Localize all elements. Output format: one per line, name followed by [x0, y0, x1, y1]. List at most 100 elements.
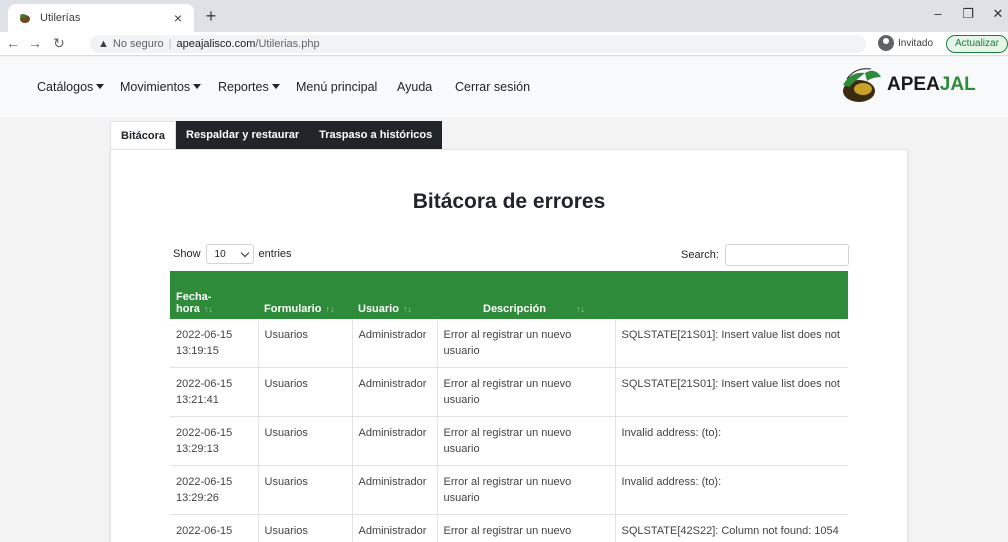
sort-icon: ↑↓: [325, 304, 335, 314]
cell-descripcion: Error al registrar un nuevo usuario: [437, 514, 616, 542]
nav-movimientos[interactable]: Movimientos: [120, 80, 202, 94]
address-bar[interactable]: ▲ No seguro | apeajalisco.com /Utilerias…: [90, 35, 866, 53]
table-row: 2022-06-15 13:21:41 Usuarios Administrado…: [170, 367, 848, 417]
close-window-icon[interactable]: ✕: [988, 6, 1008, 22]
logo-text-apea: APEA: [887, 74, 940, 95]
header-usuario[interactable]: Usuario ↑↓: [352, 271, 437, 319]
table-header-row: Fecha-hora ↑↓ Formulario ↑↓ Usuario ↑↓ Desc…: [170, 271, 848, 319]
url-separator: |: [168, 38, 172, 50]
logo-text-jal: JAL: [939, 74, 976, 95]
header-descripcion[interactable]: Descripción ↑↓: [437, 271, 615, 319]
cell-usuario: Administrador: [352, 514, 438, 542]
table-row: 2022-06-15 13:29:13 Usuarios Administrado…: [170, 416, 848, 466]
search-input[interactable]: [724, 244, 849, 266]
table-row: 2022-06-15 13:29:26 Usuarios Administrado…: [170, 465, 848, 515]
restore-icon[interactable]: ❐: [958, 6, 978, 22]
nav-catalogos-label: Catálogos: [37, 80, 94, 94]
cell-fecha-hora: 2022-06-15 13:29:26: [170, 465, 259, 515]
browser-tab-strip: Utilerías × + – ❐ ✕: [0, 0, 1008, 32]
cell-detalle: SQLSTATE[21S01]: Insert value list does …: [615, 367, 848, 417]
cell-hora: 13:21:41: [176, 394, 219, 406]
cell-fecha-hora: 2022-06-15 13:19:15: [170, 319, 259, 368]
browser-toolbar: ← → ↻ ▲ No seguro | apeajalisco.com /Uti…: [0, 32, 1008, 56]
url-domain: apeajalisco.com: [176, 38, 256, 50]
cell-fecha-hora: 2022-06-15: [170, 514, 259, 542]
cell-descripcion: Error al registrar un nuevo usuario: [437, 367, 616, 417]
sort-icon: ↑↓: [575, 304, 585, 314]
entries-value: 10: [214, 248, 226, 260]
new-tab-button[interactable]: +: [200, 6, 222, 28]
header-formulario[interactable]: Formulario ↑↓: [258, 271, 352, 319]
nav-menu-principal[interactable]: Menú principal: [296, 80, 377, 94]
sort-icon: ↑↓: [203, 304, 213, 314]
caret-down-icon: [96, 84, 105, 89]
search-label: Search:: [681, 249, 719, 261]
cell-detalle: SQLSTATE[42S22]: Column not found: 1054: [615, 514, 848, 542]
utilities-tabs: Bitácora Respaldar y restaurar Traspaso …: [110, 121, 443, 149]
cell-formulario: Usuarios: [258, 416, 353, 466]
not-secure-label: No seguro: [112, 38, 164, 50]
table-row: 2022-06-15 Usuarios Administrador Error …: [170, 514, 848, 542]
header-formulario-label: Formulario: [264, 303, 322, 315]
cell-fecha: 2022-06-15: [176, 476, 233, 488]
nav-cerrar-sesion[interactable]: Cerrar sesión: [455, 80, 530, 94]
cell-detalle: Invalid address: (to):: [615, 465, 848, 515]
chevron-down-icon: [240, 248, 249, 257]
forward-icon[interactable]: →: [26, 34, 44, 52]
cell-detalle: SQLSTATE[21S01]: Insert value list does …: [615, 319, 848, 368]
entries-length-control: Show 10 entries: [173, 244, 292, 264]
table-row: 2022-06-15 13:19:15 Usuarios Administrado…: [170, 319, 848, 368]
cell-hora: 13:29:13: [176, 443, 219, 455]
cell-usuario: Administrador: [352, 367, 438, 417]
nav-reportes-label: Reportes: [218, 80, 269, 94]
caret-down-icon: [271, 84, 280, 89]
cell-descripcion: Error al registrar un nuevo usuario: [437, 416, 616, 466]
content-card: Bitácora de errores Show 10 entries Sear…: [110, 149, 908, 542]
tab-close-icon[interactable]: ×: [170, 10, 186, 26]
sort-icon: ↑↓: [402, 304, 412, 314]
back-icon[interactable]: ←: [4, 34, 22, 52]
cell-fecha: 2022-06-15: [176, 329, 233, 341]
cell-hora: 13:29:26: [176, 492, 219, 504]
tab-respaldar[interactable]: Respaldar y restaurar: [176, 121, 310, 149]
profile-label: Invitado: [898, 37, 934, 49]
apeajal-logo[interactable]: APEAJAL: [835, 65, 976, 105]
nav-reportes[interactable]: Reportes: [218, 80, 280, 94]
cell-formulario: Usuarios: [258, 367, 353, 417]
warning-icon: ▲: [98, 38, 109, 50]
nav-ayuda[interactable]: Ayuda: [397, 80, 432, 94]
search-control: Search:: [681, 244, 849, 266]
site-navbar: Catálogos Movimientos Reportes Menú prin…: [0, 57, 1008, 117]
error-log-table: Fecha-hora ↑↓ Formulario ↑↓ Usuario ↑↓ Desc…: [170, 271, 848, 542]
minimize-icon[interactable]: –: [928, 6, 948, 21]
update-browser-button[interactable]: Actualizar: [946, 35, 1008, 53]
nav-catalogos[interactable]: Catálogos: [37, 80, 105, 94]
reload-icon[interactable]: ↻: [50, 34, 68, 52]
show-label: Show: [173, 248, 201, 260]
caret-down-icon: [193, 84, 202, 89]
cell-detalle: Invalid address: (to):: [615, 416, 848, 466]
header-descripcion-label: Descripción: [483, 303, 546, 315]
tab-title: Utilerías: [40, 12, 81, 24]
url-path: /Utilerias.php: [255, 38, 320, 50]
site-favicon-icon: [18, 11, 32, 25]
cell-usuario: Administrador: [352, 416, 438, 466]
tab-traspaso[interactable]: Traspaso a históricos: [309, 121, 443, 149]
header-fecha-hora[interactable]: Fecha-hora ↑↓: [170, 271, 258, 319]
cell-fecha-hora: 2022-06-15 13:29:13: [170, 416, 259, 466]
cell-descripcion: Error al registrar un nuevo usuario: [437, 465, 616, 515]
header-usuario-label: Usuario: [358, 303, 399, 315]
browser-tab[interactable]: Utilerías ×: [8, 4, 194, 32]
header-fecha-hora-line1: Fecha-: [176, 291, 212, 303]
cell-formulario: Usuarios: [258, 514, 353, 542]
tab-bitacora[interactable]: Bitácora: [110, 121, 177, 149]
cell-fecha: 2022-06-15: [176, 378, 233, 390]
profile-avatar-icon: [878, 35, 894, 51]
cell-fecha-hora: 2022-06-15 13:21:41: [170, 367, 259, 417]
header-detalle[interactable]: [615, 271, 848, 319]
entries-select[interactable]: 10: [205, 244, 254, 264]
profile-button[interactable]: Invitado: [878, 35, 933, 51]
avocado-logo-icon: [843, 68, 881, 102]
cell-descripcion: Error al registrar un nuevo usuario: [437, 319, 616, 368]
cell-formulario: Usuarios: [258, 319, 353, 368]
